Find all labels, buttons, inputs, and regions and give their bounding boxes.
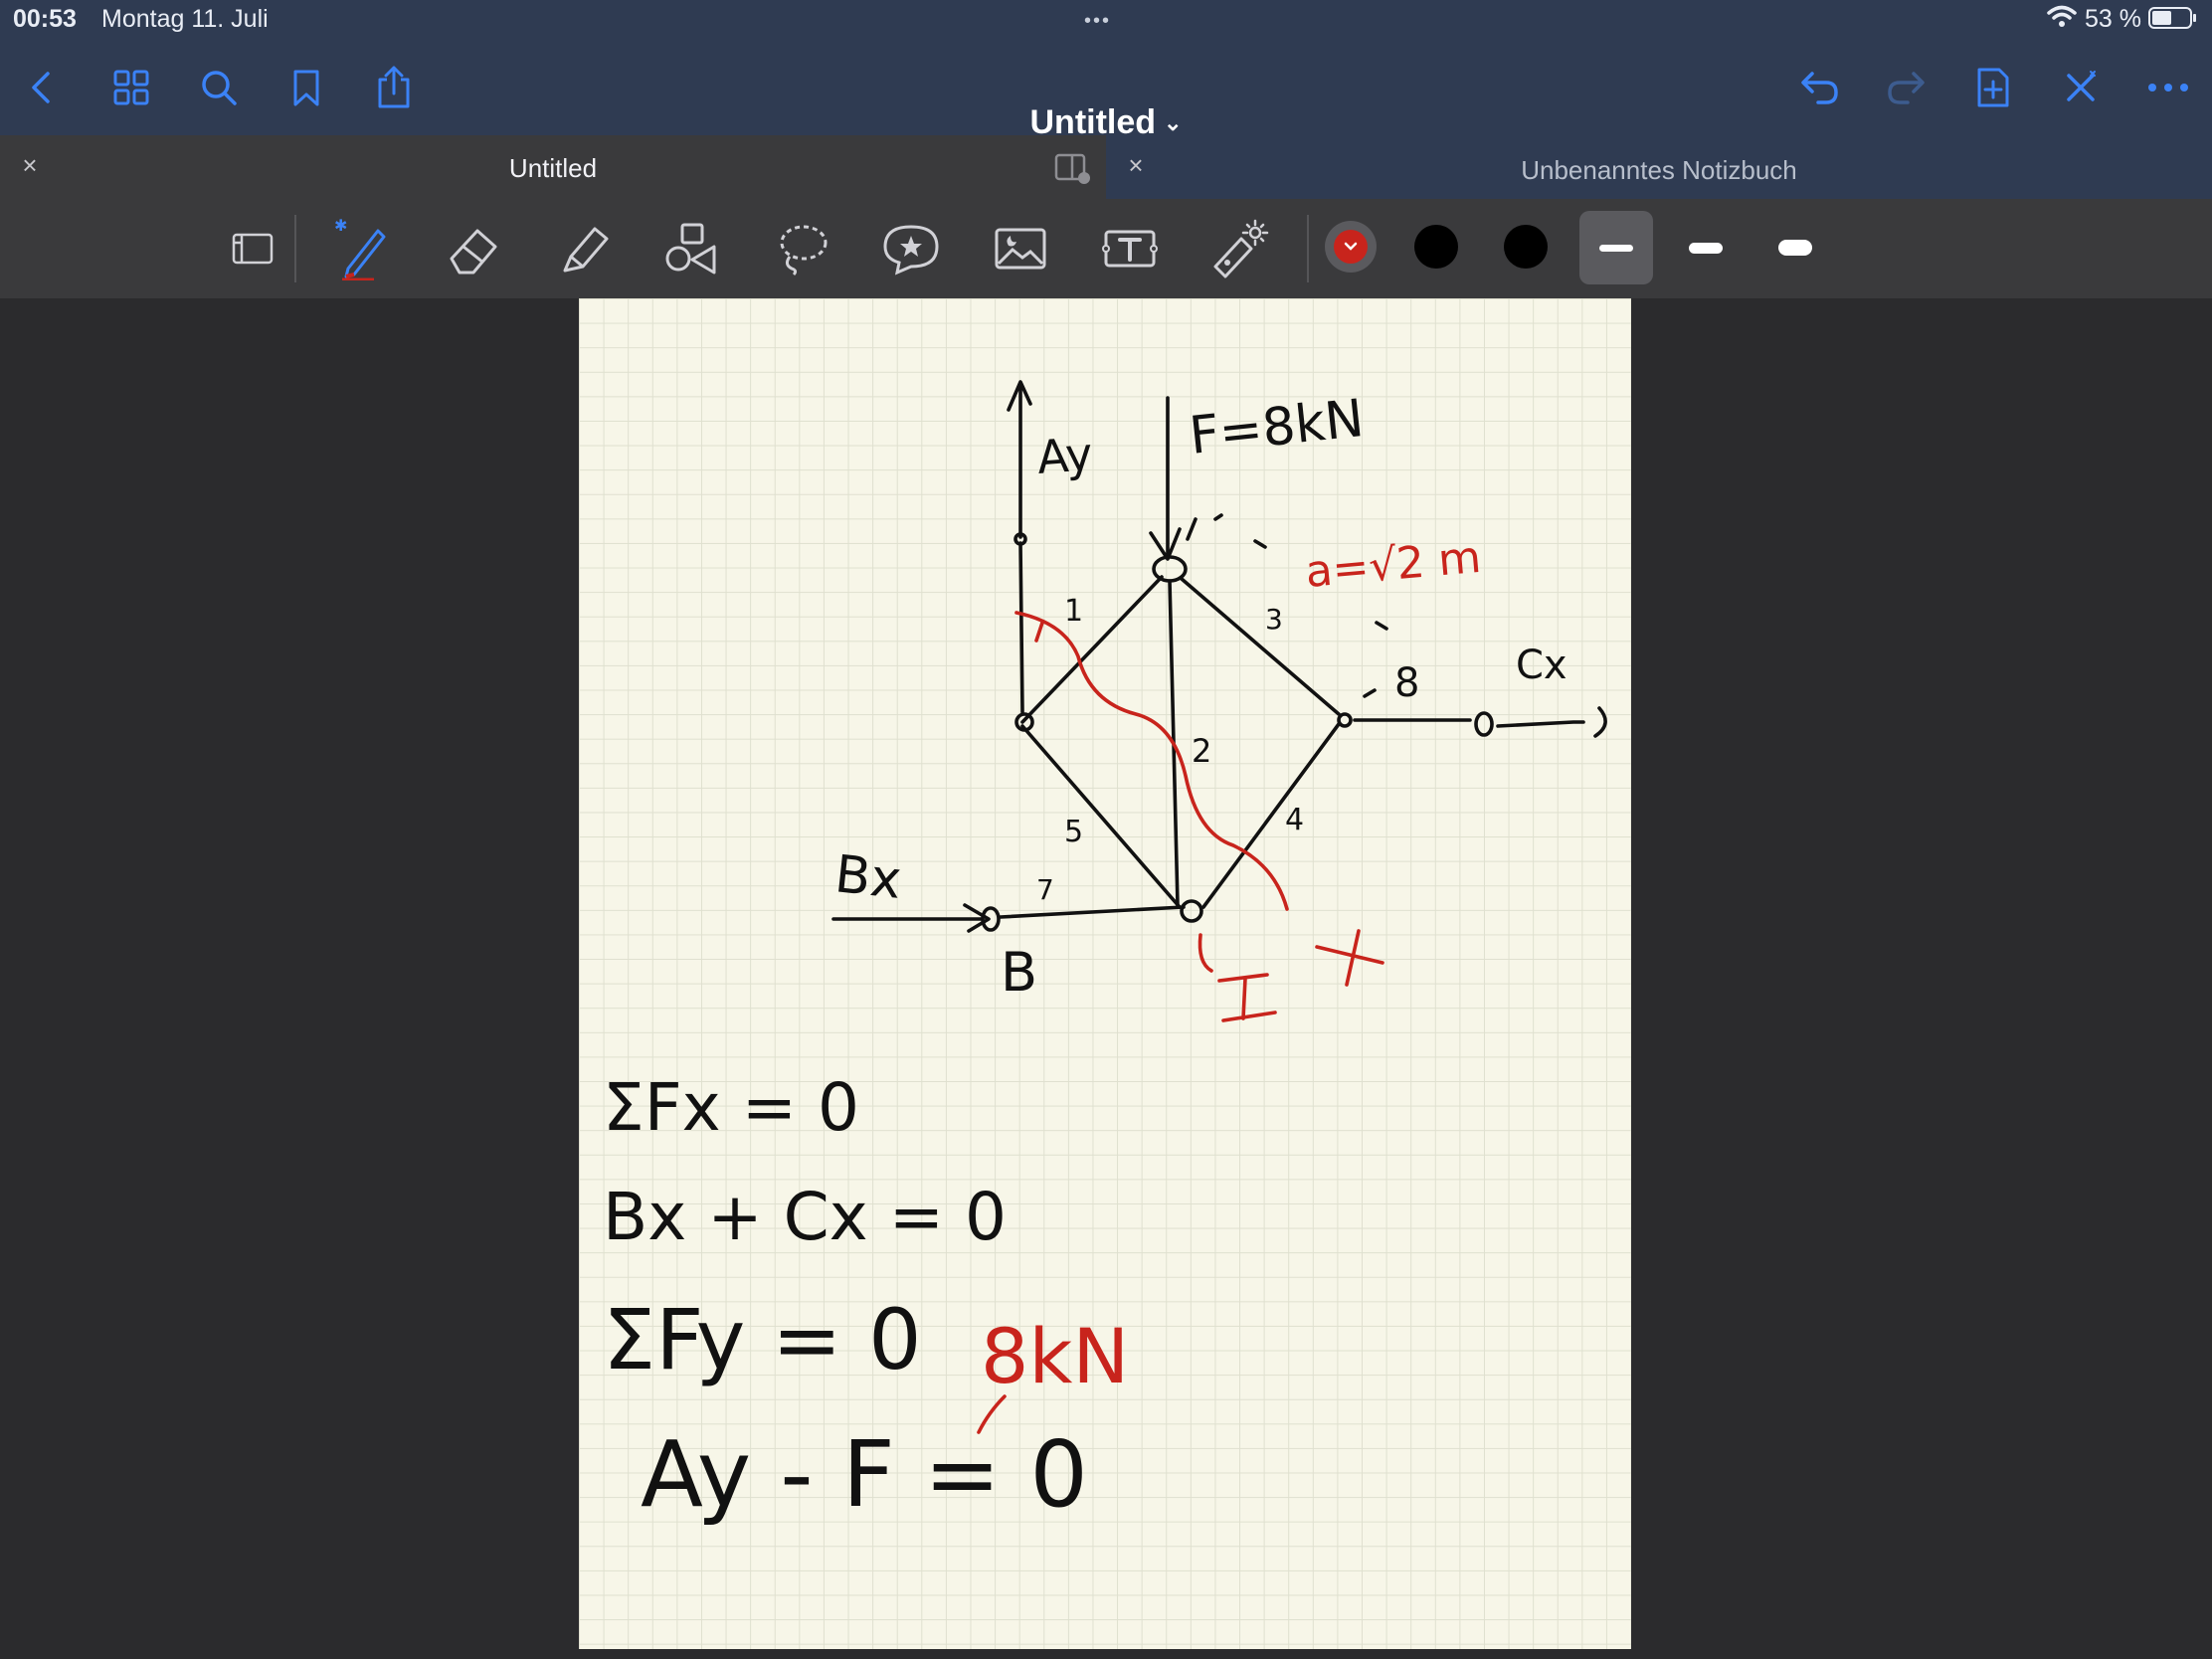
image-icon[interactable] (987, 215, 1054, 282)
more-icon[interactable] (2140, 60, 2196, 115)
tool-bar: ✱ (0, 199, 2212, 298)
eraser-icon[interactable] (440, 215, 507, 282)
truss-sketch (831, 380, 1607, 933)
color-swatch-black[interactable] (1414, 225, 1458, 269)
cut-line-annotation (977, 611, 1384, 1434)
equation-bx-cx: Bx + Cx = 0 (603, 1179, 1007, 1255)
stroke-medium-icon (1689, 242, 1723, 254)
toolbar-divider (1307, 215, 1309, 282)
search-icon[interactable] (191, 60, 247, 115)
add-page-icon[interactable] (1965, 60, 2021, 115)
chevron-down-icon (1344, 242, 1358, 251)
battery-percent: 53 % (2085, 5, 2141, 33)
wifi-icon (2047, 4, 2077, 35)
label-force: F=8kN (1187, 389, 1367, 466)
member-label-1: 1 (1064, 594, 1083, 629)
sticker-icon[interactable] (877, 215, 945, 282)
text-icon[interactable] (1096, 215, 1164, 282)
tab-label: Unbenanntes Notizbuch (1521, 155, 1797, 185)
member-label-5: 5 (1064, 815, 1083, 849)
pen-icon[interactable]: ✱ (328, 215, 396, 282)
label-a-length: a=√2 m (1304, 532, 1483, 598)
cut-x-mark: x (1335, 970, 1336, 972)
status-bar: 00:53 Montag 11. Juli ••• 53 % (0, 0, 2212, 40)
laser-pointer-icon[interactable] (1205, 215, 1273, 282)
color-swatch-selected[interactable] (1325, 221, 1377, 273)
redo-icon[interactable] (1878, 60, 1934, 115)
member-label-4: 4 (1285, 803, 1304, 837)
label-b: B (1001, 941, 1037, 1004)
label-cx: Cx (1516, 643, 1567, 688)
multitasking-handle[interactable]: ••• (1084, 10, 1111, 33)
label-ay: Ay (1035, 427, 1094, 484)
tab-unbenanntes-notizbuch[interactable]: × Unbenanntes Notizbuch (1106, 135, 2212, 199)
bookmark-icon[interactable] (278, 60, 334, 115)
undo-icon[interactable] (1792, 60, 1848, 115)
grid-icon[interactable] (103, 60, 159, 115)
canvas-area: Ay F=8kN a=√2 m Cx Bx B 1 2 3 4 5 7 8 I … (0, 298, 2212, 1659)
equation-sum-fx: ΣFx = 0 (603, 1069, 859, 1146)
tab-label: Untitled (508, 153, 598, 183)
member-label-7: 7 (1036, 873, 1054, 906)
share-icon[interactable] (366, 60, 422, 115)
page-view-icon[interactable] (219, 215, 286, 282)
battery-icon (2148, 7, 2196, 29)
svg-text:✱: ✱ (334, 217, 347, 235)
stroke-thin-button[interactable] (1579, 211, 1653, 284)
status-time: 00:53 (13, 5, 77, 33)
split-view-icon[interactable] (1054, 153, 1092, 190)
equation-sum-fy: ΣFy = 0 (603, 1291, 922, 1388)
tab-bar: × Untitled × Unbenanntes Notizbuch (0, 135, 2212, 199)
chevron-down-icon: ⌄ (1164, 110, 1183, 135)
stroke-thin-icon (1599, 244, 1633, 252)
label-bx: Bx (832, 844, 904, 911)
shapes-icon[interactable] (658, 215, 726, 282)
member-label-3: 3 (1265, 603, 1283, 636)
tab-untitled[interactable]: × Untitled (0, 135, 1106, 199)
note-page[interactable]: Ay F=8kN a=√2 m Cx Bx B 1 2 3 4 5 7 8 I … (579, 298, 1631, 1649)
stroke-thick-button[interactable] (1758, 211, 1832, 284)
cut-roman-numeral: I (1030, 638, 1031, 640)
lasso-icon[interactable] (768, 215, 835, 282)
member-label-8: 8 (1394, 660, 1419, 706)
close-x-icon[interactable] (2053, 60, 2109, 115)
handwriting-canvas: Ay F=8kN a=√2 m Cx Bx B 1 2 3 4 5 7 8 I … (603, 380, 1607, 1528)
member-label-2: 2 (1192, 732, 1211, 770)
highlighter-icon[interactable] (549, 215, 617, 282)
stroke-medium-button[interactable] (1669, 211, 1743, 284)
color-swatch-black-2[interactable] (1504, 225, 1548, 269)
annotation-8kn: 8kN (981, 1312, 1129, 1400)
back-chevron-icon[interactable] (14, 60, 70, 115)
stroke-thick-icon (1778, 240, 1812, 256)
toolbar-divider (294, 215, 296, 282)
nav-bar: Untitled ⌄ (0, 40, 2212, 141)
equation-ay-f: Ay - F = 0 (641, 1421, 1088, 1528)
status-date: Montag 11. Juli (101, 5, 269, 33)
